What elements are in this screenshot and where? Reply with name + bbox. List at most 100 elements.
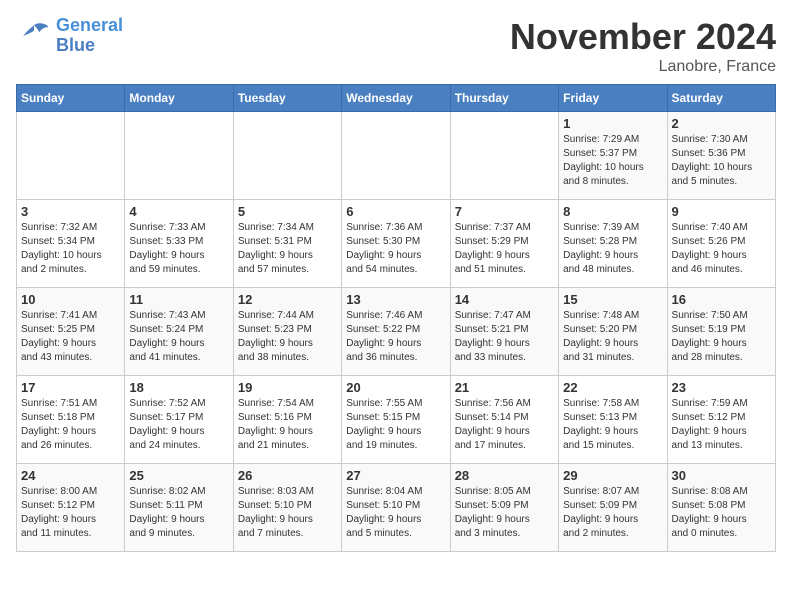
day-number: 4 [129,204,228,219]
calendar-cell: 23 Sunrise: 7:59 AM Sunset: 5:12 PM Dayli… [667,376,775,464]
calendar-cell: 3 Sunrise: 7:32 AM Sunset: 5:34 PM Daylig… [17,200,125,288]
weekday-header: Wednesday [342,85,450,112]
day-number: 22 [563,380,662,395]
calendar-week-row: 24Sunrise: 8:00 AM Sunset: 5:12 PM Dayli… [17,464,776,552]
day-number: 8 [563,204,662,219]
day-number: 23 [672,380,771,395]
day-number: 3 [21,204,120,219]
calendar-week-row: 17 Sunrise: 7:51 AM Sunset: 5:18 PM Dayli… [17,376,776,464]
weekday-header: Saturday [667,85,775,112]
day-number: 6 [346,204,445,219]
calendar-week-row: 3 Sunrise: 7:32 AM Sunset: 5:34 PM Daylig… [17,200,776,288]
day-number: 16 [672,292,771,307]
day-number: 17 [21,380,120,395]
day-info: Sunrise: 7:30 AM Sunset: 5:36 PM Dayligh… [672,133,771,189]
calendar-cell [450,112,558,200]
calendar-cell: 16Sunrise: 7:50 AM Sunset: 5:19 PM Dayli… [667,288,775,376]
day-number: 11 [129,292,228,307]
weekday-header: Sunday [17,85,125,112]
calendar-cell: 29 Sunrise: 8:07 AM Sunset: 5:09 PM Dayli… [559,464,667,552]
calendar-cell: 30 Sunrise: 8:08 AM Sunset: 5:08 PM Dayli… [667,464,775,552]
calendar-cell: 28 Sunrise: 8:05 AM Sunset: 5:09 PM Dayli… [450,464,558,552]
calendar-cell [125,112,233,200]
calendar-cell: 19Sunrise: 7:54 AM Sunset: 5:16 PM Dayli… [233,376,341,464]
day-number: 1 [563,116,662,131]
calendar-week-row: 10Sunrise: 7:41 AM Sunset: 5:25 PM Dayli… [17,288,776,376]
calendar-cell: 6 Sunrise: 7:36 AM Sunset: 5:30 PM Daylig… [342,200,450,288]
calendar-cell: 13Sunrise: 7:46 AM Sunset: 5:22 PM Dayli… [342,288,450,376]
day-number: 5 [238,204,337,219]
weekday-header: Monday [125,85,233,112]
calendar-table: SundayMondayTuesdayWednesdayThursdayFrid… [16,84,776,552]
day-number: 14 [455,292,554,307]
calendar-cell: 27 Sunrise: 8:04 AM Sunset: 5:10 PM Dayli… [342,464,450,552]
calendar-cell [342,112,450,200]
calendar-cell: 21Sunrise: 7:56 AM Sunset: 5:14 PM Dayli… [450,376,558,464]
calendar-cell: 8 Sunrise: 7:39 AM Sunset: 5:28 PM Daylig… [559,200,667,288]
day-number: 29 [563,468,662,483]
calendar-cell [233,112,341,200]
day-info: Sunrise: 7:34 AM Sunset: 5:31 PM Dayligh… [238,221,337,277]
calendar-cell: 10Sunrise: 7:41 AM Sunset: 5:25 PM Dayli… [17,288,125,376]
day-info: Sunrise: 8:02 AM Sunset: 5:11 PM Dayligh… [129,485,228,541]
calendar-cell: 22 Sunrise: 7:58 AM Sunset: 5:13 PM Dayli… [559,376,667,464]
calendar-cell: 15Sunrise: 7:48 AM Sunset: 5:20 PM Dayli… [559,288,667,376]
day-info: Sunrise: 7:33 AM Sunset: 5:33 PM Dayligh… [129,221,228,277]
calendar-cell: 18 Sunrise: 7:52 AM Sunset: 5:17 PM Dayli… [125,376,233,464]
day-number: 18 [129,380,228,395]
calendar-cell: 9 Sunrise: 7:40 AM Sunset: 5:26 PM Daylig… [667,200,775,288]
day-info: Sunrise: 8:05 AM Sunset: 5:09 PM Dayligh… [455,485,554,541]
day-info: Sunrise: 8:04 AM Sunset: 5:10 PM Dayligh… [346,485,445,541]
day-info: Sunrise: 7:40 AM Sunset: 5:26 PM Dayligh… [672,221,771,277]
calendar-cell: 5 Sunrise: 7:34 AM Sunset: 5:31 PM Daylig… [233,200,341,288]
calendar-cell: 25Sunrise: 8:02 AM Sunset: 5:11 PM Dayli… [125,464,233,552]
day-number: 30 [672,468,771,483]
calendar-cell: 2 Sunrise: 7:30 AM Sunset: 5:36 PM Daylig… [667,112,775,200]
day-info: Sunrise: 7:54 AM Sunset: 5:16 PM Dayligh… [238,397,337,453]
logo-icon [16,18,52,54]
logo: General Blue [16,16,123,56]
day-number: 10 [21,292,120,307]
day-number: 21 [455,380,554,395]
calendar-week-row: 1 Sunrise: 7:29 AM Sunset: 5:37 PM Daylig… [17,112,776,200]
day-info: Sunrise: 7:51 AM Sunset: 5:18 PM Dayligh… [21,397,120,453]
day-number: 15 [563,292,662,307]
day-number: 13 [346,292,445,307]
day-number: 9 [672,204,771,219]
weekday-header: Thursday [450,85,558,112]
day-number: 27 [346,468,445,483]
month-title: November 2024 [510,16,776,58]
day-number: 12 [238,292,337,307]
calendar-cell: 12 Sunrise: 7:44 AM Sunset: 5:23 PM Dayli… [233,288,341,376]
day-info: Sunrise: 7:32 AM Sunset: 5:34 PM Dayligh… [21,221,120,277]
day-info: Sunrise: 7:55 AM Sunset: 5:15 PM Dayligh… [346,397,445,453]
day-info: Sunrise: 7:39 AM Sunset: 5:28 PM Dayligh… [563,221,662,277]
weekday-header-row: SundayMondayTuesdayWednesdayThursdayFrid… [17,85,776,112]
page-header: General Blue November 2024 Lanobre, Fran… [16,16,776,76]
title-block: November 2024 Lanobre, France [510,16,776,76]
day-info: Sunrise: 8:08 AM Sunset: 5:08 PM Dayligh… [672,485,771,541]
day-info: Sunrise: 7:58 AM Sunset: 5:13 PM Dayligh… [563,397,662,453]
day-info: Sunrise: 7:47 AM Sunset: 5:21 PM Dayligh… [455,309,554,365]
logo-line1: General [56,15,123,35]
day-info: Sunrise: 8:07 AM Sunset: 5:09 PM Dayligh… [563,485,662,541]
day-info: Sunrise: 7:59 AM Sunset: 5:12 PM Dayligh… [672,397,771,453]
logo-text: General Blue [56,16,123,56]
calendar-cell [17,112,125,200]
day-number: 2 [672,116,771,131]
day-number: 7 [455,204,554,219]
calendar-cell: 24Sunrise: 8:00 AM Sunset: 5:12 PM Dayli… [17,464,125,552]
day-number: 28 [455,468,554,483]
logo-line2: Blue [56,35,95,55]
day-info: Sunrise: 7:29 AM Sunset: 5:37 PM Dayligh… [563,133,662,189]
day-info: Sunrise: 7:44 AM Sunset: 5:23 PM Dayligh… [238,309,337,365]
calendar-cell: 20 Sunrise: 7:55 AM Sunset: 5:15 PM Dayli… [342,376,450,464]
day-info: Sunrise: 7:36 AM Sunset: 5:30 PM Dayligh… [346,221,445,277]
calendar-cell: 11Sunrise: 7:43 AM Sunset: 5:24 PM Dayli… [125,288,233,376]
calendar-cell: 4 Sunrise: 7:33 AM Sunset: 5:33 PM Daylig… [125,200,233,288]
day-info: Sunrise: 8:00 AM Sunset: 5:12 PM Dayligh… [21,485,120,541]
calendar-cell: 1 Sunrise: 7:29 AM Sunset: 5:37 PM Daylig… [559,112,667,200]
day-info: Sunrise: 7:52 AM Sunset: 5:17 PM Dayligh… [129,397,228,453]
weekday-header: Tuesday [233,85,341,112]
day-number: 20 [346,380,445,395]
